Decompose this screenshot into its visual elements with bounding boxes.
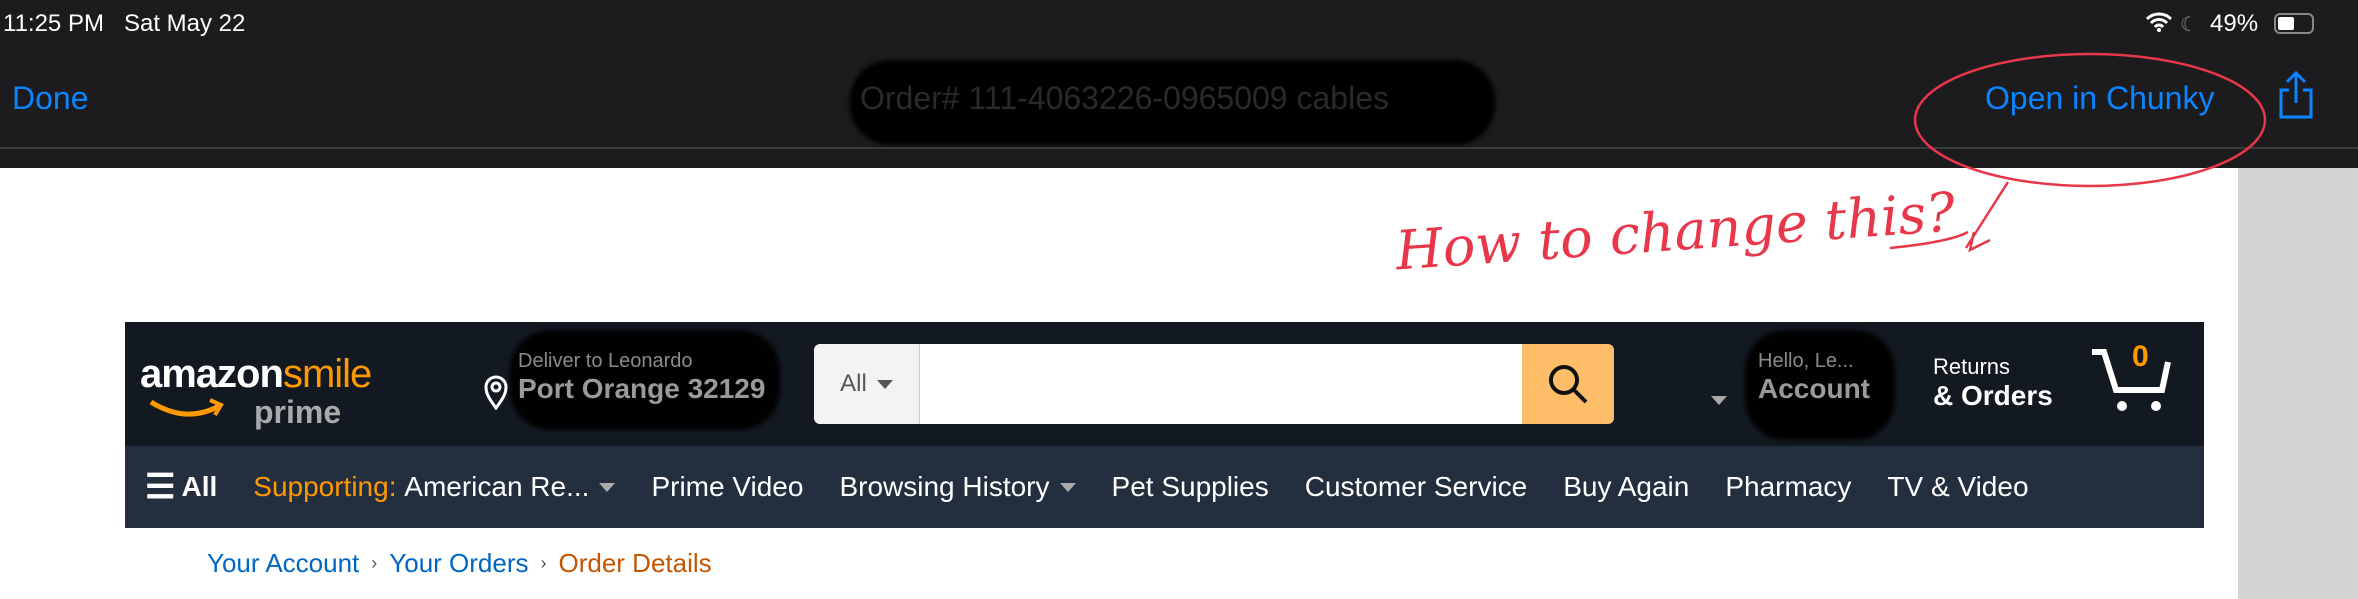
- amazon-smile-logo[interactable]: amazonsmile: [140, 352, 372, 397]
- page-gutter: [2238, 168, 2358, 599]
- cart-count: 0: [2132, 340, 2149, 373]
- language-chevron-icon[interactable]: [1711, 396, 1727, 405]
- nav-item-browsing-history[interactable]: Browsing History: [839, 471, 1076, 503]
- returns-line1: Returns: [1933, 354, 2011, 379]
- chevron-down-icon: [876, 379, 893, 389]
- search-icon: [1549, 365, 1588, 404]
- wifi-icon: [2145, 12, 2173, 32]
- amazon-nav: ☰ All Supporting: American Re... Prime Vi…: [125, 446, 2204, 528]
- time: 11:25 PM: [3, 10, 104, 37]
- breadcrumb-your-account[interactable]: Your Account: [207, 548, 359, 579]
- toolbar-divider: [0, 147, 2358, 149]
- nav-item-pet-supplies[interactable]: Pet Supplies: [1112, 471, 1269, 503]
- breadcrumb-order-details: Order Details: [558, 548, 712, 578]
- returns-line2: & Orders: [1933, 380, 2053, 411]
- nav-item-prime-video[interactable]: Prime Video: [651, 471, 803, 503]
- status-time: 11:25 PM Sat May 22: [3, 10, 245, 38]
- search-bar: All: [814, 344, 1614, 424]
- nav-label: Browsing History: [839, 471, 1050, 502]
- share-icon[interactable]: [2278, 70, 2314, 125]
- battery-icon: [2274, 13, 2314, 34]
- deliver-line1: Deliver to Leonardo: [518, 350, 693, 372]
- smile-arrow-icon: [149, 398, 224, 417]
- annotation-ellipse: [1913, 52, 2267, 188]
- supporting-value: American Re...: [404, 471, 590, 502]
- chevron-down-icon: [1059, 482, 1076, 492]
- nav-all-label: All: [181, 471, 218, 502]
- breadcrumb-separator-icon: ›: [371, 553, 378, 573]
- category-label: All: [840, 370, 867, 397]
- location-pin-icon: [483, 374, 509, 415]
- nav-all-menu[interactable]: ☰ All: [145, 467, 217, 507]
- deliver-to[interactable]: Deliver to Leonardo Port Orange 32129: [518, 350, 765, 405]
- chevron-down-icon: [599, 482, 616, 492]
- logo-prime: prime: [254, 394, 342, 430]
- deliver-line2: Port Orange 32129: [518, 373, 766, 404]
- date: Sat May 22: [123, 10, 246, 37]
- logo-amazon: amazon: [140, 352, 284, 396]
- battery-percent: 49%: [2210, 10, 2259, 37]
- search-category-dropdown[interactable]: All: [814, 344, 920, 424]
- account-line1: Hello, Le...: [1758, 350, 1854, 372]
- moon-icon: ☾: [2180, 14, 2198, 36]
- search-input[interactable]: [920, 344, 1522, 424]
- page-title: Order# 111-4063226-0965009 cables: [860, 80, 1389, 116]
- nav-supporting[interactable]: Supporting: American Re...: [253, 471, 616, 503]
- account-menu[interactable]: Hello, Le... Account: [1758, 350, 1870, 405]
- nav-item-customer-service[interactable]: Customer Service: [1305, 471, 1528, 503]
- breadcrumb: Your Account › Your Orders › Order Details: [207, 548, 712, 579]
- done-button[interactable]: Done: [12, 80, 89, 117]
- nav-item-buy-again[interactable]: Buy Again: [1563, 471, 1689, 503]
- hamburger-icon: ☰: [145, 468, 176, 506]
- search-button[interactable]: [1522, 344, 1614, 424]
- supporting-label: Supporting:: [253, 471, 397, 502]
- breadcrumb-separator-icon: ›: [540, 553, 547, 573]
- returns-orders-link[interactable]: Returns & Orders: [1933, 354, 2053, 412]
- logo-smile: smile: [282, 352, 372, 396]
- open-in-chunky-button[interactable]: Open in Chunky: [1985, 80, 2214, 117]
- nav-item-pharmacy[interactable]: Pharmacy: [1725, 471, 1851, 503]
- breadcrumb-your-orders[interactable]: Your Orders: [389, 548, 528, 579]
- nav-item-tv-video[interactable]: TV & Video: [1887, 471, 2028, 503]
- account-line2: Account: [1758, 373, 1870, 404]
- cart-button[interactable]: 0: [2090, 340, 2180, 416]
